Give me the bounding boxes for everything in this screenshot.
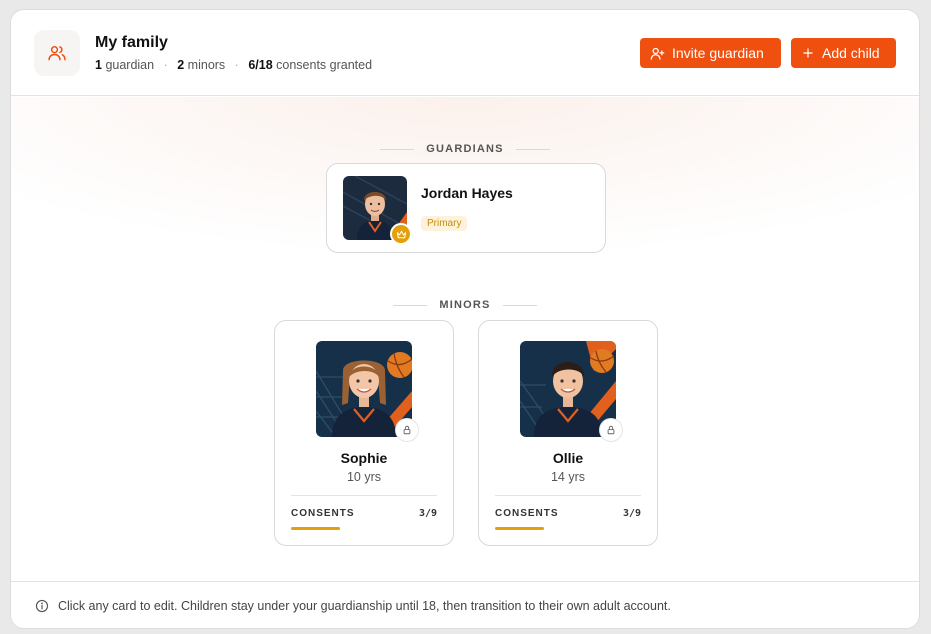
- guardians-count: 1: [95, 58, 102, 72]
- family-panel: My family 1 guardian · 2 minors · 6/18 c…: [10, 9, 920, 629]
- consents-progress: [291, 527, 437, 530]
- add-child-button[interactable]: Add child: [791, 38, 896, 68]
- minor-card-ollie[interactable]: Ollie 14 yrs CONSENTS 3/9: [478, 320, 658, 546]
- minors-label: minors: [187, 58, 226, 72]
- guardian-card[interactable]: Jordan Hayes Primary: [326, 163, 606, 253]
- locked-badge: [600, 419, 622, 441]
- minors-count: 2: [177, 58, 185, 72]
- separator-dot: ·: [163, 58, 168, 72]
- consents-count: 3/9: [418, 508, 437, 519]
- divider: [495, 495, 641, 496]
- user-plus-icon: [650, 46, 665, 61]
- consents-progress-fill: [495, 527, 544, 530]
- invite-guardian-label: Invite guardian: [672, 45, 764, 61]
- consents-progress-fill: [291, 527, 340, 530]
- consents-label: CONSENTS: [495, 508, 559, 519]
- add-child-label: Add child: [822, 45, 880, 61]
- locked-badge: [396, 419, 418, 441]
- guardian-name: Jordan Hayes: [421, 185, 513, 201]
- divider: [291, 495, 437, 496]
- guardians-heading-text: GUARDIANS: [426, 143, 504, 155]
- crown-icon: [396, 229, 407, 240]
- consents-granted-label: consents granted: [276, 58, 373, 72]
- invite-guardian-button[interactable]: Invite guardian: [640, 38, 781, 68]
- footer-note-text: Click any card to edit. Children stay un…: [58, 599, 671, 613]
- family-icon: [34, 30, 80, 76]
- consents-progress: [495, 527, 641, 530]
- divider: [502, 304, 537, 306]
- primary-badge: Primary: [421, 216, 468, 231]
- guardians-section-heading: GUARDIANS: [11, 143, 919, 155]
- family-summary: 1 guardian · 2 minors · 6/18 consents gr…: [95, 58, 372, 72]
- consents-label: CONSENTS: [291, 508, 355, 519]
- divider: [515, 148, 550, 150]
- minor-age: 10 yrs: [346, 470, 382, 484]
- page-title: My family: [95, 34, 168, 51]
- minor-card-sophie[interactable]: Sophie 10 yrs CONSENTS 3/9: [274, 320, 454, 546]
- guardians-label: guardian: [105, 58, 155, 72]
- family-content: GUARDIANS Jordan Hayes Primary MINORS So…: [11, 97, 919, 581]
- minor-age: 14 yrs: [550, 470, 586, 484]
- divider: [393, 304, 428, 306]
- minors-heading-text: MINORS: [439, 299, 491, 311]
- minors-section-heading: MINORS: [11, 299, 919, 311]
- footer-note: Click any card to edit. Children stay un…: [11, 581, 919, 628]
- page-header: My family 1 guardian · 2 minors · 6/18 c…: [11, 10, 919, 96]
- lock-icon: [606, 425, 616, 435]
- info-icon: [34, 598, 50, 614]
- minor-name: Sophie: [340, 450, 388, 466]
- primary-crown-badge: [390, 223, 412, 245]
- consents-count: 3/9: [622, 508, 641, 519]
- separator-dot: ·: [234, 58, 239, 72]
- lock-icon: [402, 425, 412, 435]
- plus-icon: [801, 46, 815, 60]
- minor-name: Ollie: [552, 450, 584, 466]
- divider: [380, 148, 415, 150]
- consents-granted-count: 6/18: [248, 58, 273, 72]
